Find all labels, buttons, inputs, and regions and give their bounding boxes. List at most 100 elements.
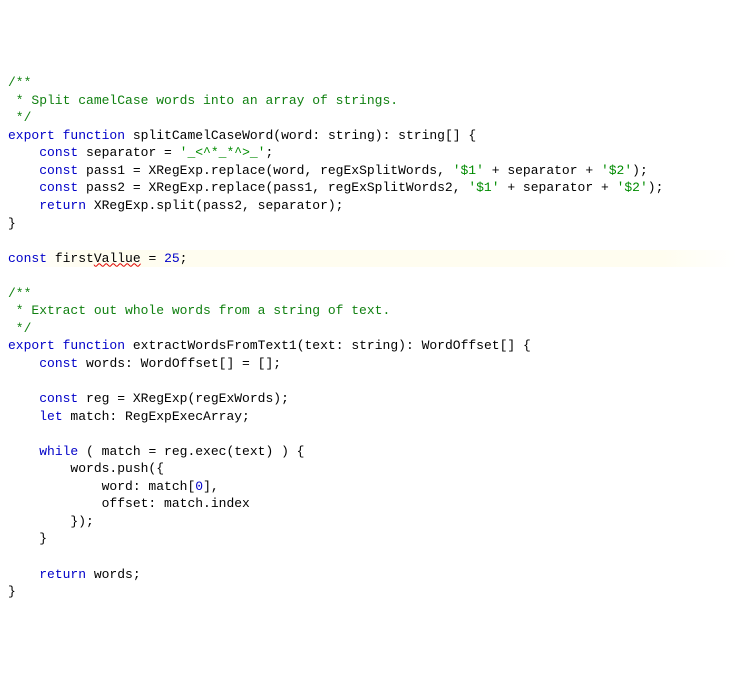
string: '$2'	[601, 163, 632, 178]
code-line: * Split camelCase words into an array of…	[8, 92, 737, 110]
code-line: return XRegExp.split(pass2, separator);	[8, 197, 737, 215]
code: });	[70, 514, 93, 529]
semi: ;	[265, 145, 273, 160]
code-line: const words: WordOffset[] = [];	[8, 355, 737, 373]
indent	[8, 145, 39, 160]
indent	[8, 391, 39, 406]
code: XRegExp.split(pass2, separator);	[86, 198, 343, 213]
keyword-const: const	[39, 145, 78, 160]
param: text	[305, 338, 336, 353]
code-editor[interactable]: /** * Split camelCase words into an arra…	[8, 74, 737, 600]
spelling-error[interactable]: Vallue	[94, 251, 141, 266]
keyword-const: const	[39, 391, 78, 406]
string: '$1'	[453, 163, 484, 178]
keyword-return: return	[39, 567, 86, 582]
indent	[8, 567, 39, 582]
code-line	[8, 267, 737, 285]
keyword-return: return	[39, 198, 86, 213]
code-line-highlighted: const firstVallue = 25;	[8, 250, 737, 268]
semi: ;	[180, 251, 188, 266]
code-line	[8, 425, 737, 443]
code-line: return words;	[8, 566, 737, 584]
colon: :	[312, 128, 328, 143]
brace: }	[8, 584, 16, 599]
code-line: export function splitCamelCaseWord(word:…	[8, 127, 737, 145]
string: '$2'	[617, 180, 648, 195]
paren: (	[297, 338, 305, 353]
param: word	[281, 128, 312, 143]
blank	[8, 426, 16, 441]
code: separator =	[78, 145, 179, 160]
code-line	[8, 548, 737, 566]
string: '$1'	[468, 180, 499, 195]
colon: :	[383, 128, 399, 143]
comment: * Extract out whole words from a string …	[8, 303, 390, 318]
code: ( match = reg.exec(text) ) {	[78, 444, 304, 459]
code-line: }	[8, 215, 737, 233]
code: reg = XRegExp(regExWords);	[78, 391, 289, 406]
code-line: let match: RegExpExecArray;	[8, 408, 737, 426]
code-line: }	[8, 530, 737, 548]
function-name: splitCamelCaseWord	[133, 128, 273, 143]
type: string	[328, 128, 375, 143]
code: + separator +	[484, 163, 601, 178]
code-line: word: match[0],	[8, 478, 737, 496]
number: 0	[195, 479, 203, 494]
blank	[8, 549, 16, 564]
paren: )	[398, 338, 406, 353]
code-line: offset: match.index	[8, 495, 737, 513]
code-line: }	[8, 583, 737, 601]
code-line: const pass1 = XRegExp.replace(word, regE…	[8, 162, 737, 180]
code: + separator +	[500, 180, 617, 195]
paren: )	[375, 128, 383, 143]
comment: */	[8, 321, 31, 336]
indent	[8, 444, 39, 459]
code: offset: match.index	[102, 496, 250, 511]
code-line	[8, 232, 737, 250]
code: pass1 = XRegExp.replace(word, regExSplit…	[78, 163, 452, 178]
space	[125, 128, 133, 143]
identifier: first	[55, 251, 94, 266]
blank	[8, 233, 16, 248]
string: '_<^*_*^>_'	[180, 145, 266, 160]
brace: }	[8, 216, 16, 231]
comment: /**	[8, 286, 31, 301]
brace: {	[461, 128, 477, 143]
code-line: * Extract out whole words from a string …	[8, 302, 737, 320]
indent	[8, 356, 39, 371]
code-line: const separator = '_<^*_*^>_';	[8, 144, 737, 162]
code-line: /**	[8, 74, 737, 92]
colon: :	[406, 338, 422, 353]
colon: :	[336, 338, 352, 353]
code: match: RegExpExecArray;	[63, 409, 250, 424]
indent	[8, 461, 70, 476]
code-line: */	[8, 109, 737, 127]
comment: * Split camelCase words into an array of…	[8, 93, 398, 108]
indent	[8, 198, 39, 213]
code: ],	[203, 479, 219, 494]
keyword-const: const	[39, 356, 78, 371]
paren: (	[273, 128, 281, 143]
code: );	[632, 163, 648, 178]
return-type: WordOffset[]	[422, 338, 516, 353]
code: =	[141, 251, 164, 266]
code-line: while ( match = reg.exec(text) ) {	[8, 443, 737, 461]
indent	[8, 514, 70, 529]
code: );	[648, 180, 664, 195]
code-line: const pass2 = XRegExp.replace(pass1, reg…	[8, 179, 737, 197]
code-line: export function extractWordsFromText1(te…	[8, 337, 737, 355]
code-line: /**	[8, 285, 737, 303]
keyword-export: export	[8, 338, 55, 353]
code: pass2 = XRegExp.replace(pass1, regExSpli…	[78, 180, 468, 195]
code-line	[8, 372, 737, 390]
code-line: */	[8, 320, 737, 338]
indent	[8, 496, 102, 511]
keyword-const: const	[39, 180, 78, 195]
keyword-const: const	[39, 163, 78, 178]
code-line: words.push({	[8, 460, 737, 478]
keyword-function: function	[63, 128, 125, 143]
code: words;	[86, 567, 141, 582]
indent	[8, 163, 39, 178]
code: word: match[	[102, 479, 196, 494]
keyword-function: function	[63, 338, 125, 353]
